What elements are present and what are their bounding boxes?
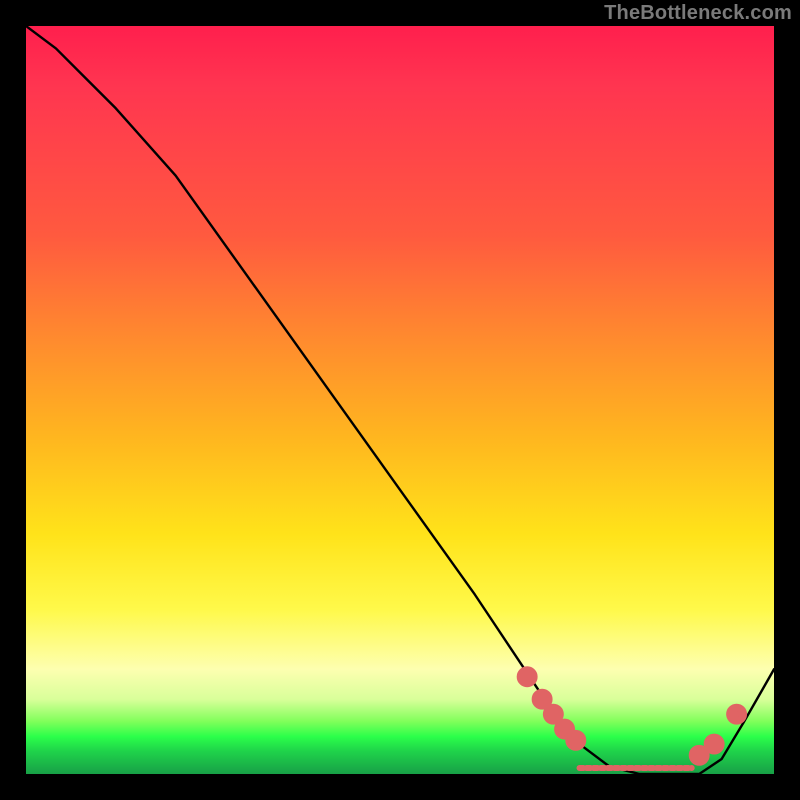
attribution-label: TheBottleneck.com: [604, 2, 792, 25]
chart-overlay: [26, 26, 774, 774]
optimal-range-dots: [520, 670, 743, 762]
bottleneck-curve: [26, 26, 774, 774]
plot-area: [26, 26, 774, 774]
chart-frame: TheBottleneck.com: [0, 0, 800, 800]
